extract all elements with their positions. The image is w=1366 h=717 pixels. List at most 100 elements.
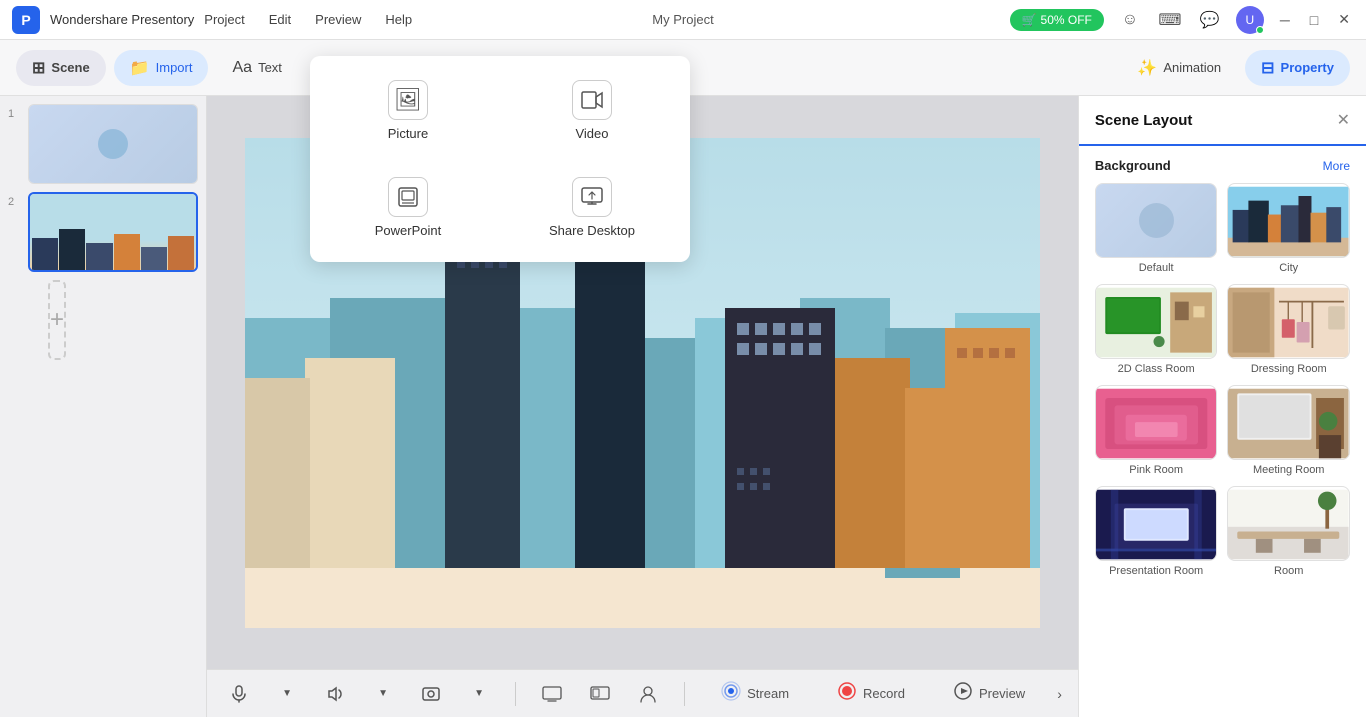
import-powerpoint-item[interactable]: PowerPoint: [326, 169, 490, 246]
panel-header: Scene Layout ✕: [1079, 96, 1366, 146]
slide-panel: 1 2: [0, 96, 207, 717]
menu-edit[interactable]: Edit: [269, 12, 291, 27]
bg-label-presentationroom: Presentation Room: [1095, 565, 1218, 577]
video-label: Video: [575, 126, 608, 141]
bg-thumb-default: [1095, 183, 1218, 258]
bg-thumb-classroom: [1095, 284, 1218, 359]
import-video-item[interactable]: Video: [510, 72, 674, 149]
stream-button[interactable]: Stream: [705, 675, 805, 712]
picture-icon: 🖼: [388, 80, 428, 120]
right-panel: Scene Layout ✕ Background More Default: [1078, 96, 1366, 717]
panel-close-button[interactable]: ✕: [1337, 110, 1350, 130]
record-icon: [837, 681, 857, 706]
app-logo: P: [12, 6, 40, 34]
slide-preview-1: [29, 105, 197, 183]
powerpoint-icon: [388, 177, 428, 217]
bg-item-meetingroom[interactable]: Meeting Room: [1227, 385, 1350, 476]
import-icon: 📁: [130, 58, 150, 78]
title-bar-left: P Wondershare Presentory Project Edit Pr…: [12, 6, 412, 34]
slide-preview-2: [30, 194, 196, 270]
bg-item-pinkroom[interactable]: Pink Room: [1095, 385, 1218, 476]
help-icon-btn[interactable]: ☺: [1116, 6, 1144, 34]
stream-icon: [721, 681, 741, 706]
discount-label: 50% OFF: [1041, 13, 1092, 27]
bg-thumb-room: [1227, 486, 1350, 561]
property-icon: ⊟: [1261, 58, 1274, 78]
bg-item-dressing[interactable]: Dressing Room: [1227, 284, 1350, 375]
menu-preview[interactable]: Preview: [315, 12, 361, 27]
discount-button[interactable]: 🛒 50% OFF: [1010, 9, 1104, 31]
animation-label: Animation: [1163, 60, 1221, 75]
menu-help[interactable]: Help: [385, 12, 412, 27]
bottom-toolbar: ▼ ▼ ▼: [207, 669, 1078, 717]
scene-button[interactable]: ⊞ Scene: [16, 50, 106, 86]
speaker-dropdown[interactable]: ▼: [367, 678, 399, 710]
speaker-button[interactable]: [319, 678, 351, 710]
bg-label-classroom: 2D Class Room: [1095, 363, 1218, 375]
animation-button[interactable]: ✨ Animation: [1121, 50, 1237, 86]
preview-button[interactable]: Preview: [937, 675, 1041, 712]
picture-label: Picture: [388, 126, 428, 141]
title-bar-menu: Project Edit Preview Help: [204, 12, 412, 27]
import-picture-item[interactable]: 🖼 Picture: [326, 72, 490, 149]
bg-item-presentationroom[interactable]: Presentation Room: [1095, 486, 1218, 577]
animation-icon: ✨: [1137, 58, 1157, 78]
bg-item-classroom[interactable]: 2D Class Room: [1095, 284, 1218, 375]
video-icon: [572, 80, 612, 120]
discount-icon: 🛒: [1022, 13, 1037, 27]
add-slide-icon: +: [50, 306, 64, 334]
camera-button[interactable]: [415, 678, 447, 710]
scene-label: Scene: [51, 60, 89, 75]
bg-thumb-city: [1227, 183, 1350, 258]
slide-number-2: 2: [8, 192, 22, 208]
record-label: Record: [863, 686, 905, 701]
bg-label-city: City: [1227, 262, 1350, 274]
import-button[interactable]: 📁 Import: [114, 50, 209, 86]
share-desktop-icon: [572, 177, 612, 217]
maximize-button[interactable]: □: [1306, 12, 1322, 28]
chat-icon-btn[interactable]: 💬: [1196, 6, 1224, 34]
menu-project[interactable]: Project: [204, 12, 244, 27]
bg-item-room[interactable]: Room: [1227, 486, 1350, 577]
background-grid: Default: [1095, 183, 1350, 577]
slide-thumb-1[interactable]: [28, 104, 198, 184]
slide-number-1: 1: [8, 104, 22, 120]
expand-arrow[interactable]: ›: [1057, 686, 1062, 702]
slide-item-2[interactable]: 2: [8, 192, 198, 272]
more-link[interactable]: More: [1323, 159, 1350, 173]
close-button[interactable]: ✕: [1334, 11, 1354, 28]
user-status-dot: [1256, 26, 1264, 34]
camera-dropdown[interactable]: ▼: [463, 678, 495, 710]
mic-button[interactable]: [223, 678, 255, 710]
title-bar: P Wondershare Presentory Project Edit Pr…: [0, 0, 1366, 40]
bg-label-dressing: Dressing Room: [1227, 363, 1350, 375]
preview-icon: [953, 681, 973, 706]
property-button[interactable]: ⊟ Property: [1245, 50, 1350, 86]
screen-share-btn[interactable]: [536, 678, 568, 710]
slide-item-1[interactable]: 1: [8, 104, 198, 184]
project-title: My Project: [652, 12, 713, 27]
slide-thumb-2[interactable]: [28, 192, 198, 272]
import-share-desktop-item[interactable]: Share Desktop: [510, 169, 674, 246]
keyboard-icon-btn[interactable]: ⌨: [1156, 6, 1184, 34]
separator-1: [515, 682, 516, 706]
bg-label-pinkroom: Pink Room: [1095, 464, 1218, 476]
bg-thumb-meetingroom: [1227, 385, 1350, 460]
preview-label: Preview: [979, 686, 1025, 701]
text-label: Text: [258, 60, 282, 75]
avatar-btn[interactable]: [632, 678, 664, 710]
powerpoint-label: PowerPoint: [375, 223, 441, 238]
scene-icon: ⊞: [32, 58, 45, 78]
bg-label-room: Room: [1227, 565, 1350, 577]
bg-label-meetingroom: Meeting Room: [1227, 464, 1350, 476]
record-button[interactable]: Record: [821, 675, 921, 712]
add-slide-button[interactable]: +: [48, 280, 66, 360]
bg-item-city[interactable]: City: [1227, 183, 1350, 274]
mic-dropdown[interactable]: ▼: [271, 678, 303, 710]
text-button[interactable]: Aa Text: [216, 51, 297, 85]
layout-btn[interactable]: [584, 678, 616, 710]
share-desktop-label: Share Desktop: [549, 223, 635, 238]
bg-item-default[interactable]: Default: [1095, 183, 1218, 274]
user-avatar[interactable]: U: [1236, 6, 1264, 34]
minimize-button[interactable]: ─: [1276, 12, 1294, 28]
